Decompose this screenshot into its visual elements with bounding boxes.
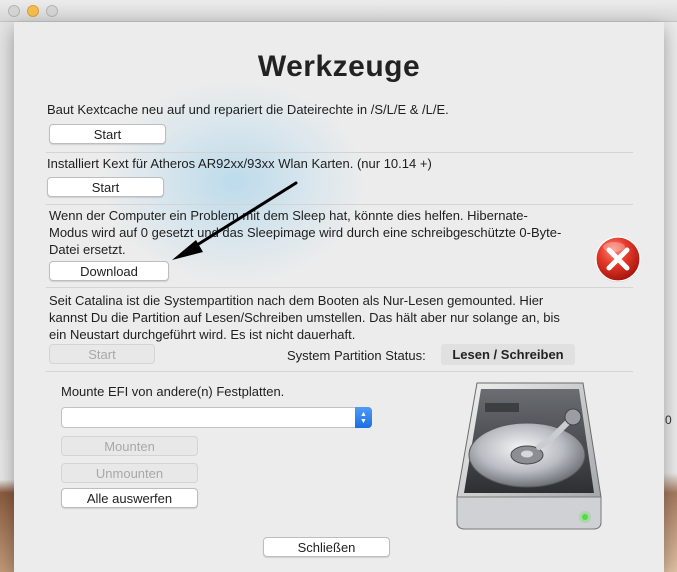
desktop-wallpaper	[0, 440, 14, 572]
atheros-start-button[interactable]: Start	[47, 177, 164, 197]
window-titlebar	[0, 0, 677, 22]
sleep-description: Wenn der Computer ein Problem mit dem Sl…	[49, 208, 562, 257]
sheet-title: Werkzeuge	[257, 50, 421, 83]
atheros-description: Installiert Kext für Atheros AR92xx/93xx…	[47, 156, 432, 171]
efi-disk-select[interactable]: ▲ ▼	[61, 407, 372, 428]
section-divider	[46, 371, 633, 372]
window-close-button[interactable]	[8, 5, 20, 17]
catalina-description: Seit Catalina ist die Systempartition na…	[49, 293, 560, 342]
select-stepper-icon[interactable]: ▲ ▼	[355, 407, 372, 428]
partition-status-label: System Partition Status:	[287, 348, 426, 363]
window-zoom-button[interactable]	[46, 5, 58, 17]
desktop-wallpaper	[664, 440, 677, 572]
window-minimize-button[interactable]	[27, 5, 39, 17]
efi-mount-button[interactable]: Mounten	[61, 436, 198, 456]
section-divider	[46, 287, 633, 288]
efi-unmount-button[interactable]: Unmounten	[61, 463, 198, 483]
efi-eject-all-button[interactable]: Alle auswerfen	[61, 488, 198, 508]
section-divider	[46, 204, 633, 205]
close-sheet-button[interactable]: Schließen	[263, 537, 390, 557]
tools-sheet: Werkzeuge Baut Kextcache neu auf und rep…	[14, 22, 664, 572]
kextcache-start-button[interactable]: Start	[49, 124, 166, 144]
sleep-download-button[interactable]: Download	[49, 261, 169, 281]
partition-status-value: Lesen / Schreiben	[441, 344, 575, 365]
section-divider	[46, 152, 633, 153]
efi-label: Mounte EFI von andere(n) Festplatten.	[61, 384, 285, 399]
partition-start-button[interactable]: Start	[49, 344, 155, 364]
kextcache-description: Baut Kextcache neu auf und repariert die…	[47, 102, 449, 117]
background-text: 0	[665, 413, 672, 427]
close-circle-icon[interactable]	[594, 235, 642, 283]
hard-drive-icon	[456, 382, 602, 530]
